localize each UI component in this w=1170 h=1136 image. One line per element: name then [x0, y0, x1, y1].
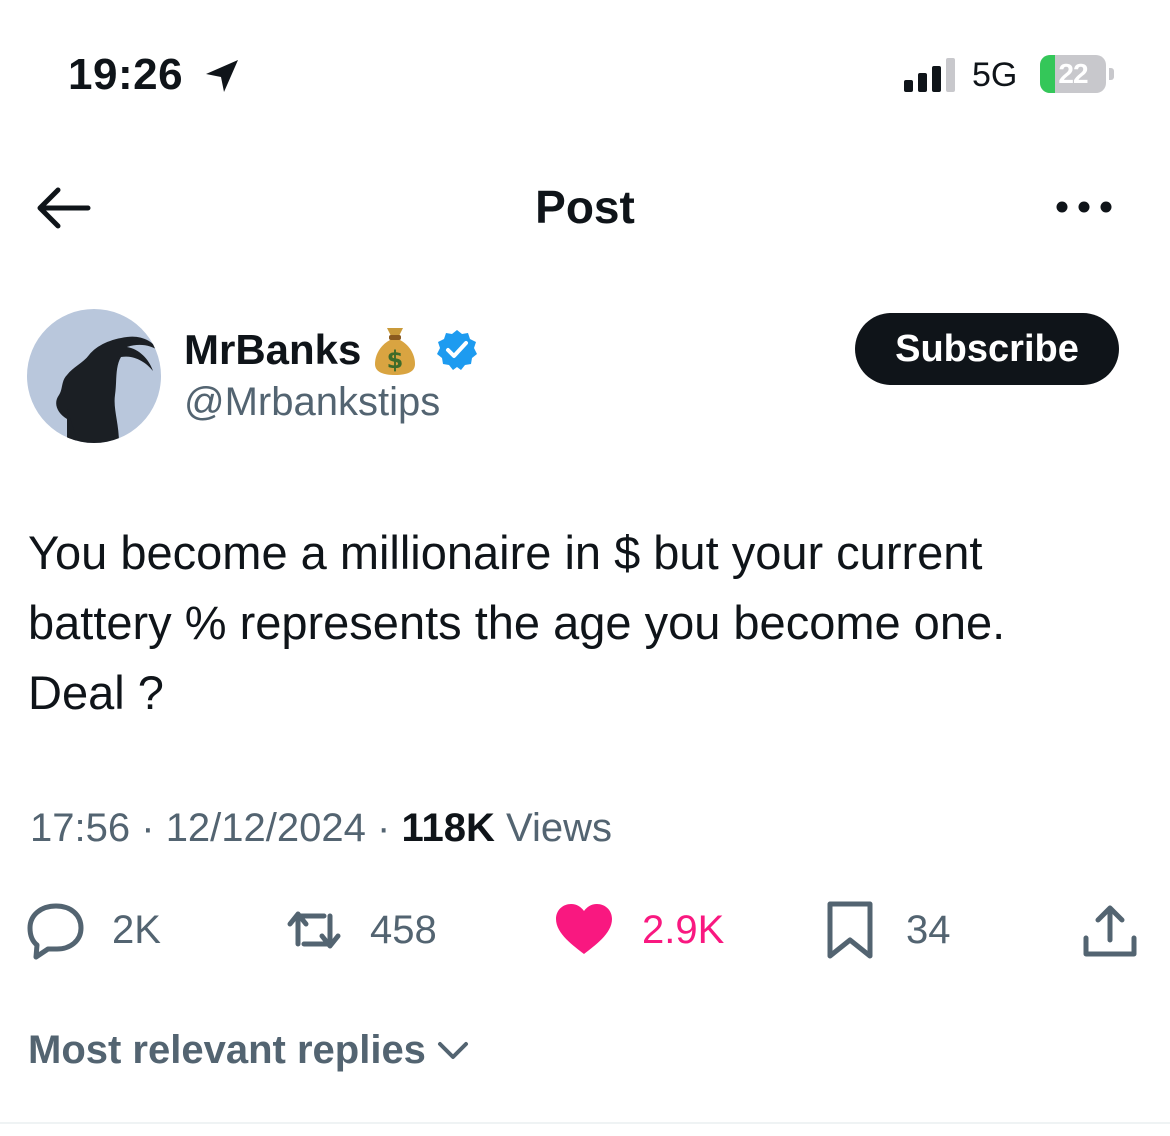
subscribe-button[interactable]: Subscribe — [855, 313, 1119, 385]
views-count[interactable]: 118K — [401, 806, 494, 850]
views-label: Views — [506, 806, 612, 850]
repost-button[interactable]: 458 — [284, 898, 437, 962]
chevron-down-icon — [437, 1041, 468, 1059]
verified-badge-icon — [437, 330, 478, 370]
meta-separator: · — [141, 806, 155, 850]
tweet-text-line: battery % represents the age you become … — [28, 596, 1006, 649]
signal-icon — [904, 58, 955, 92]
divider — [0, 1122, 1170, 1124]
display-name-row[interactable]: MrBanks $ — [184, 322, 479, 378]
battery-icon: 22 — [1040, 55, 1116, 95]
reply-icon — [27, 903, 84, 960]
tweet-text-line: You become a millionaire in $ but your c… — [28, 526, 983, 579]
bookmark-button[interactable]: 34 — [820, 898, 951, 962]
like-button[interactable]: 2.9K — [554, 898, 724, 962]
avatar[interactable] — [27, 309, 161, 443]
meta-separator: · — [377, 806, 391, 850]
replies-sort-label: Most relevant replies — [28, 1028, 426, 1072]
post-meta: 17:56 · 12/12/2024 · 118K Views — [30, 806, 612, 851]
display-name[interactable]: MrBanks — [184, 326, 361, 374]
repost-count: 458 — [370, 907, 437, 952]
bookmark-count: 34 — [906, 907, 951, 952]
heart-icon — [556, 904, 612, 954]
post-date: 12/12/2024 — [165, 806, 366, 850]
reply-button[interactable]: 2K — [26, 898, 161, 962]
battery-percent: 22 — [1058, 58, 1088, 89]
money-bag-icon: $ — [375, 328, 416, 375]
user-handle[interactable]: @Mrbankstips — [184, 380, 440, 425]
post-time: 17:56 — [30, 806, 131, 850]
more-icon[interactable] — [1052, 192, 1116, 222]
bookmark-icon — [827, 901, 873, 959]
share-icon — [1083, 905, 1137, 957]
svg-text:$: $ — [387, 346, 404, 374]
reply-count: 2K — [112, 907, 161, 952]
replies-sort-dropdown[interactable]: Most relevant replies — [28, 1028, 470, 1073]
share-button[interactable] — [1080, 898, 1140, 962]
page-title: Post — [535, 181, 635, 233]
goat-silhouette-icon — [27, 309, 161, 443]
tweet-text: You become a millionaire in $ but your c… — [28, 518, 1138, 728]
location-arrow-icon — [206, 60, 238, 92]
status-time: 19:26 — [68, 50, 184, 99]
tweet-text-line: Deal ? — [28, 666, 164, 719]
network-type: 5G — [972, 56, 1018, 94]
like-count: 2.9K — [642, 907, 725, 952]
repost-icon — [287, 911, 341, 949]
